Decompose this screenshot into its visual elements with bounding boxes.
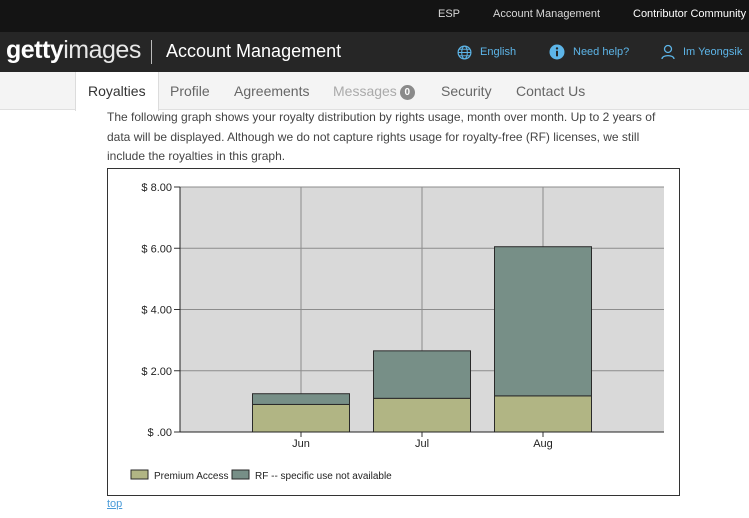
logo-light-text: images xyxy=(63,36,141,64)
y-tick-label: $ 4.00 xyxy=(141,305,172,317)
bar-jun-premium-access xyxy=(252,403,350,433)
tab-security[interactable]: Security xyxy=(441,72,492,110)
y-tick-label: $ 6.00 xyxy=(141,243,172,255)
page-title: Account Management xyxy=(166,41,342,61)
x-tick-label: Jul xyxy=(415,438,429,450)
user-menu[interactable]: Im Yeongsik xyxy=(661,32,742,72)
tab-messages-label: Messages xyxy=(333,83,397,99)
top-bar: ESP Account Management Contributor Commu… xyxy=(0,0,749,32)
logo-bold-text: getty xyxy=(6,36,64,64)
tab-messages[interactable]: Messages 0 xyxy=(333,72,415,110)
header-divider xyxy=(151,40,152,64)
y-tick-label: $ 2.00 xyxy=(141,366,172,378)
tab-contact-us[interactable]: Contact Us xyxy=(516,72,585,110)
back-to-top-link[interactable]: top xyxy=(107,498,122,510)
tab-bar: Royalties Profile Agreements Messages 0 S… xyxy=(0,72,749,111)
legend-swatch xyxy=(130,469,149,480)
y-tick-label: $ .00 xyxy=(148,427,172,439)
help-label: Need help? xyxy=(573,46,630,58)
tab-agreements[interactable]: Agreements xyxy=(234,72,309,110)
bar-jul-rf xyxy=(373,350,471,399)
user-name: Im Yeongsik xyxy=(683,46,743,58)
bar-jun-rf xyxy=(252,393,350,405)
y-tick-label: $ 8.00 xyxy=(141,182,172,194)
royalty-chart-svg: $ .00 $ 2.00 $ 4.00 $ 6.00 $ 8.00 Jun Jul Aug Pr… xyxy=(130,182,664,482)
bar-aug-rf xyxy=(494,246,592,397)
header-bar: gettyimages Account Management English N… xyxy=(0,32,749,72)
contributor-community-link[interactable]: Contributor Community xyxy=(633,8,746,20)
language-selector[interactable]: English xyxy=(457,32,516,72)
legend-swatch xyxy=(231,469,250,480)
language-label: English xyxy=(480,46,517,58)
help-link[interactable]: Need help? xyxy=(549,32,629,72)
x-tick-label: Aug xyxy=(533,438,553,450)
royalty-chart: $ .00 $ 2.00 $ 4.00 $ 6.00 $ 8.00 Jun Jul Aug Pr… xyxy=(107,168,680,496)
chart-description: The following graph shows your royalty d… xyxy=(107,110,656,163)
language-link-esp[interactable]: ESP xyxy=(438,8,460,20)
tab-royalties[interactable]: Royalties xyxy=(75,72,159,111)
gettyimages-logo[interactable]: gettyimages xyxy=(6,36,141,64)
legend-label: RF -- specific use not available xyxy=(255,471,392,482)
x-tick-label: Jun xyxy=(292,438,310,450)
legend-label: Premium Access xyxy=(154,471,228,482)
account-management-link[interactable]: Account Management xyxy=(493,8,600,20)
bar-jul-premium-access xyxy=(373,397,471,433)
info-icon xyxy=(549,44,565,60)
messages-count-badge: 0 xyxy=(399,85,415,100)
bar-aug-premium-access xyxy=(494,395,592,433)
user-icon xyxy=(661,44,675,60)
globe-icon xyxy=(457,45,472,60)
tab-profile[interactable]: Profile xyxy=(170,72,210,110)
